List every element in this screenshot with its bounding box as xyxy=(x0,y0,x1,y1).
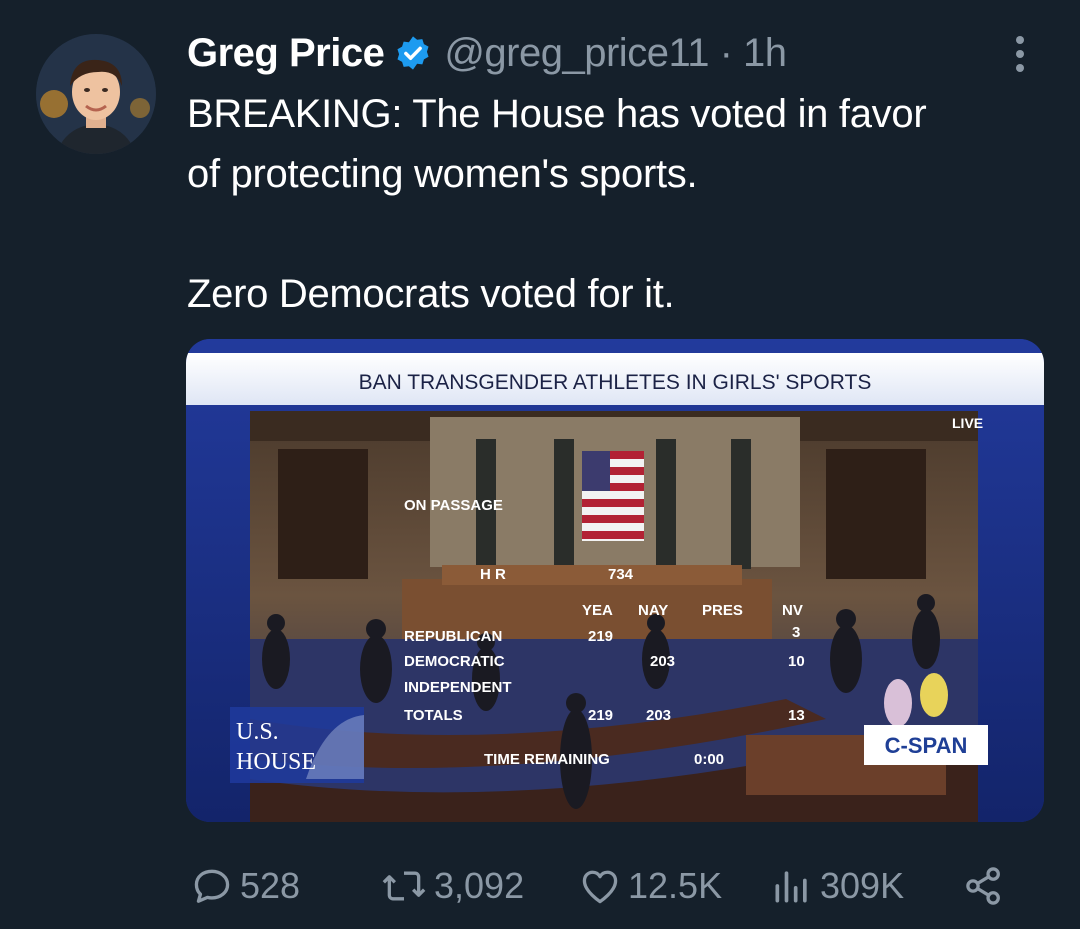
views-button[interactable]: 309K xyxy=(770,858,904,914)
reply-icon xyxy=(194,869,230,903)
banner-title: BAN TRANSGENDER ATHLETES IN GIRLS' SPORT… xyxy=(359,371,872,394)
row-nv: 13 xyxy=(788,707,805,724)
tweet-text-line: Zero Democrats voted for it. xyxy=(187,272,675,316)
like-button[interactable]: 12.5K xyxy=(578,858,722,914)
row-party: REPUBLICAN xyxy=(404,628,502,645)
share-button[interactable] xyxy=(962,858,1006,914)
house-logo-line: U.S. xyxy=(236,719,279,745)
verified-badge-icon xyxy=(397,36,429,70)
more-options-icon[interactable] xyxy=(1006,34,1034,74)
tweet-header: Greg Price @greg_price11 · 1h xyxy=(187,28,787,78)
time-remaining-value: 0:00 xyxy=(694,751,724,768)
live-label: LIVE xyxy=(952,415,983,431)
author-name[interactable]: Greg Price xyxy=(187,31,385,76)
column-nv: NV xyxy=(782,602,803,619)
tweet-text-line: BREAKING: The House has voted in favor xyxy=(187,92,927,136)
tweet-text: BREAKING: The House has voted in favor o… xyxy=(187,84,1047,324)
row-party: DEMOCRATIC xyxy=(404,653,505,670)
author-avatar[interactable] xyxy=(36,34,156,154)
repost-count: 3,092 xyxy=(434,865,525,906)
on-passage-label: ON PASSAGE xyxy=(404,497,503,514)
author-handle-time[interactable]: @greg_price11 · 1h xyxy=(444,31,787,76)
bill-number: 734 xyxy=(608,566,634,583)
repost-button[interactable]: 3,092 xyxy=(380,858,524,914)
row-party: INDEPENDENT xyxy=(404,679,512,696)
tweet-media-image[interactable]: BAN TRANSGENDER ATHLETES IN GIRLS' SPORT… xyxy=(186,339,1044,822)
column-pres: PRES xyxy=(702,602,743,619)
row-nv: 3 xyxy=(792,624,800,641)
row-party: TOTALS xyxy=(404,707,463,724)
like-icon xyxy=(582,870,618,904)
row-yea: 219 xyxy=(588,707,613,724)
tweet-text-line: of protecting women's sports. xyxy=(187,152,698,196)
cspan-logo-text: C-SPAN xyxy=(885,733,968,758)
column-nay: NAY xyxy=(638,602,668,619)
row-yea: 219 xyxy=(588,628,613,645)
time-remaining-label: TIME REMAINING xyxy=(484,751,610,768)
cspan-logo: C-SPAN xyxy=(864,725,988,765)
house-logo-line: HOUSE xyxy=(236,749,316,775)
like-count: 12.5K xyxy=(628,865,723,906)
view-count: 309K xyxy=(820,865,905,906)
reply-button[interactable]: 528 xyxy=(190,858,300,914)
column-yea: YEA xyxy=(582,602,613,619)
tweet-actions: 528 3,092 12.5K 309K xyxy=(190,858,1020,914)
repost-icon xyxy=(382,871,426,901)
row-nay: 203 xyxy=(650,653,675,670)
share-icon xyxy=(966,867,1000,905)
views-icon xyxy=(775,871,807,903)
reply-count: 528 xyxy=(240,865,301,906)
row-nv: 10 xyxy=(788,653,805,670)
row-nay: 203 xyxy=(646,707,671,724)
bill-prefix: H R xyxy=(480,566,506,583)
us-house-logo: U.S. HOUSE xyxy=(230,707,364,783)
